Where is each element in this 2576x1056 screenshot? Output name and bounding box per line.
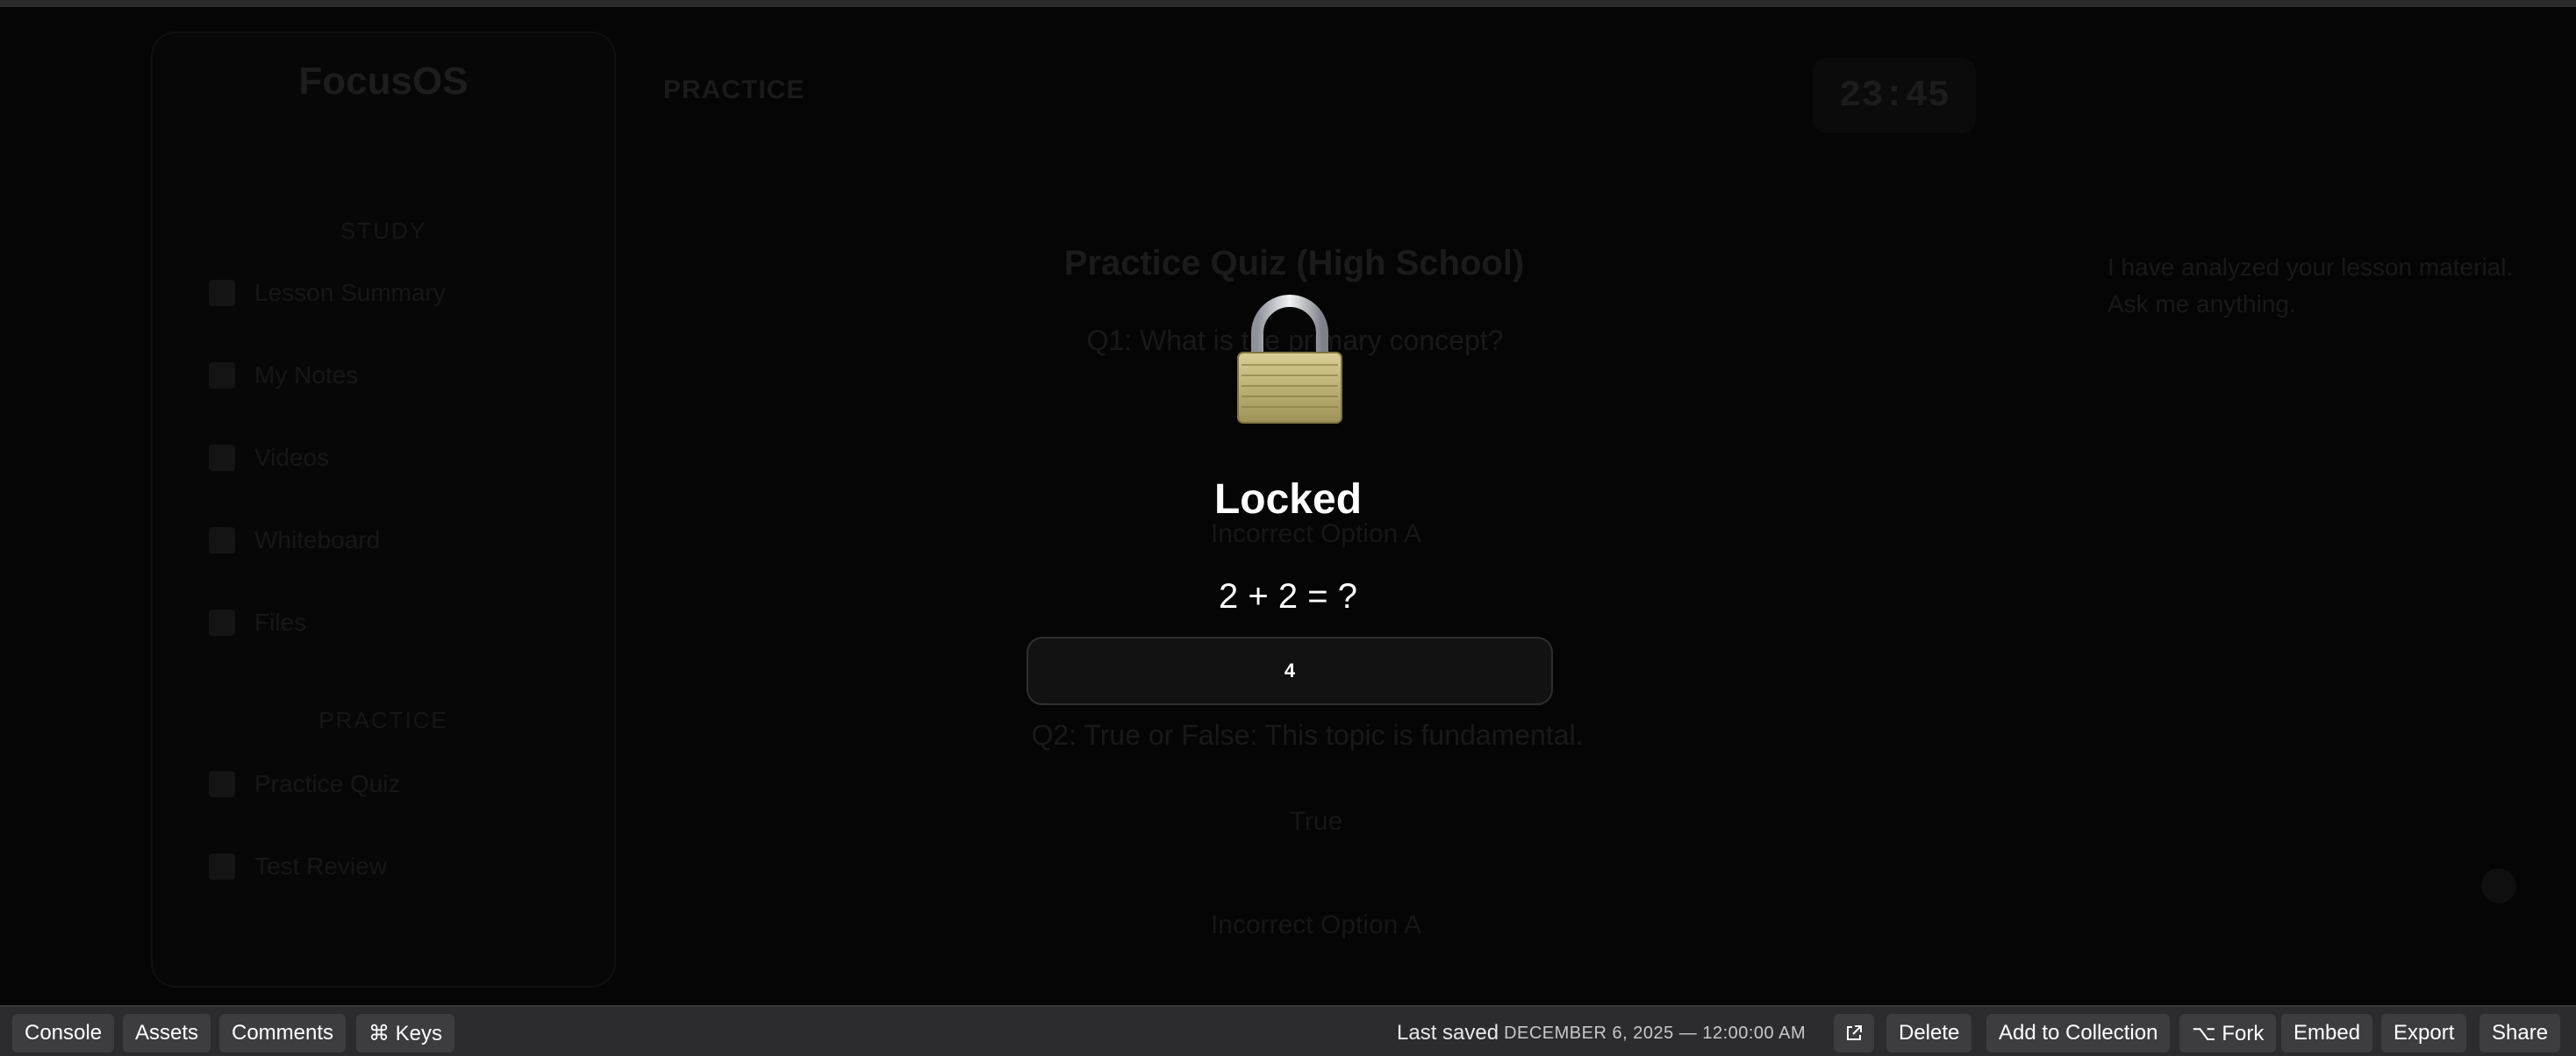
bottom-toolbar: Console Assets Comments ⌘ Keys Last save… [0, 1005, 2576, 1056]
sidebar-item-label: My Notes [254, 361, 359, 389]
sidebar-item-label: Test Review [254, 853, 387, 880]
sidebar-item-videos[interactable]: Videos [209, 440, 329, 475]
video-icon [209, 445, 235, 471]
quiz-option[interactable]: Incorrect Option A [1097, 519, 1535, 549]
send-icon[interactable] [2481, 868, 2516, 903]
sidebar-item-my-notes[interactable]: My Notes [209, 358, 358, 393]
page-title: PRACTICE [663, 75, 805, 104]
lock-title: Locked [1213, 476, 1363, 523]
export-button[interactable]: Export [2381, 1014, 2467, 1052]
last-saved-status: Last saved DECEMBER 6, 2025 — 12:00:00 A… [1397, 1017, 1806, 1049]
keys-button[interactable]: ⌘ Keys [356, 1014, 455, 1052]
last-saved-label: Last saved [1397, 1021, 1499, 1045]
quiz-icon [209, 771, 235, 797]
sidebar-item-label: Practice Quiz [254, 770, 401, 797]
comments-button[interactable]: Comments [219, 1014, 347, 1052]
last-saved-timestamp: DECEMBER 6, 2025 — 12:00:00 AM [1504, 1023, 1807, 1043]
sidebar-section-study: STUDY [340, 218, 427, 244]
lock-question: 2 + 2 = ? [1219, 577, 1357, 616]
sidebar-item-label: Files [254, 609, 307, 636]
brand-logo: FocusOS [298, 60, 469, 103]
open-external-button[interactable] [1834, 1014, 1874, 1052]
sidebar-item-test-review[interactable]: Test Review [209, 849, 387, 884]
delete-button[interactable]: Delete [1886, 1014, 1972, 1052]
sidebar-item-label: Videos [254, 444, 330, 471]
sidebar-section-practice: PRACTICE [318, 707, 448, 733]
embed-button[interactable]: Embed [2281, 1014, 2373, 1052]
sidebar-item-lesson-summary[interactable]: Lesson Summary [209, 275, 446, 310]
folder-icon [209, 610, 235, 636]
window-top-border [0, 0, 2576, 7]
quiz-title: Practice Quiz (High School) [1063, 244, 1525, 282]
external-link-icon [1847, 1025, 1862, 1040]
fork-button[interactable]: ⌥ Fork [2179, 1014, 2277, 1052]
console-button[interactable]: Console [12, 1014, 115, 1052]
whiteboard-icon [209, 527, 235, 553]
sidebar [151, 32, 616, 988]
quiz-option[interactable]: True [1097, 807, 1535, 837]
notes-icon [209, 362, 235, 389]
sidebar-item-label: Whiteboard [254, 526, 381, 553]
assets-button[interactable]: Assets [123, 1014, 211, 1052]
add-to-collection-button[interactable]: Add to Collection [1986, 1014, 2171, 1052]
sidebar-item-files[interactable]: Files [209, 605, 306, 640]
quiz-header: Practice Quiz (High School) [1009, 244, 1579, 283]
quiz-option[interactable]: Incorrect Option A [1097, 910, 1535, 940]
checklist-icon [209, 853, 235, 880]
share-button[interactable]: Share [2479, 1014, 2561, 1052]
sidebar-item-practice-quiz[interactable]: Practice Quiz [209, 767, 401, 802]
lock-answer-input[interactable] [1027, 637, 1553, 705]
assistant-message: I have analyzed your lesson material. As… [2107, 253, 2514, 318]
sidebar-item-label: Lesson Summary [254, 279, 446, 306]
focus-timer: 23:45 [1813, 58, 1976, 133]
sidebar-item-whiteboard[interactable]: Whiteboard [209, 523, 380, 558]
document-icon [209, 280, 235, 306]
assistant-panel: I have analyzed your lesson material. As… [2014, 95, 2558, 937]
padlock-icon [1237, 295, 1342, 424]
quiz-question-2: Q2: True or False: This topic is fundame… [1031, 719, 1584, 751]
